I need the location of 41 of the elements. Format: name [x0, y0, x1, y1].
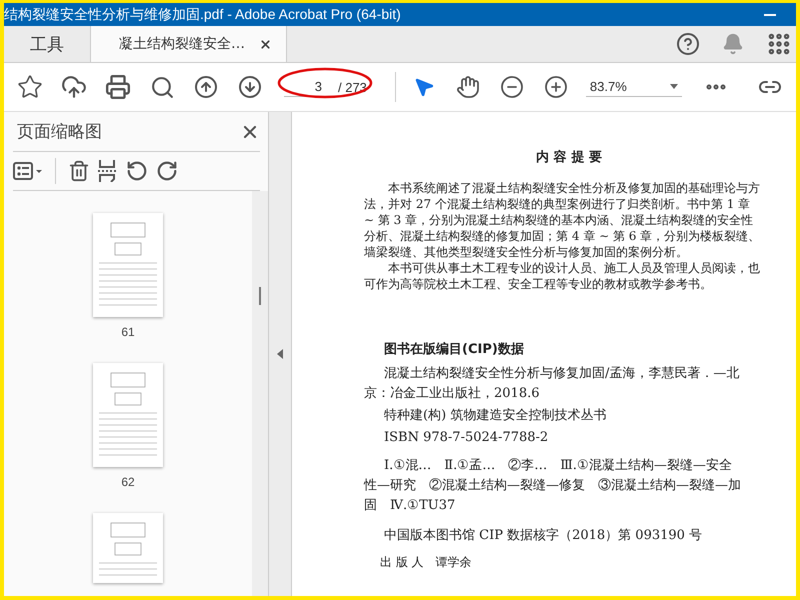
- search-icon[interactable]: [150, 74, 174, 100]
- panel-title: 页面缩略图: [17, 121, 102, 143]
- minus-icon[interactable]: [500, 75, 524, 99]
- publisher-line: 出 版 人 谭学余: [380, 554, 473, 571]
- window-title: 结构裂缝安全性分析与维修加固.pdf - Adobe Acrobat Pro (64-bit): [4, 6, 401, 24]
- page-number-field[interactable]: 3: [284, 77, 326, 97]
- zoom-dropdown[interactable]: 83.7%: [586, 77, 682, 97]
- cip-entry: ISBN 978-7-5024-7788-2: [383, 429, 550, 447]
- options-dropdown[interactable]: [13, 162, 43, 180]
- arrow-up-icon[interactable]: [194, 75, 218, 99]
- rotate-right-button[interactable]: [156, 160, 178, 182]
- cip-entry: 混凝土结构裂缝安全性分析与修复加固/孟海，李慧民著．—北京：冶金工业出版社，2018.6: [364, 365, 740, 403]
- page-number-label: 62: [121, 475, 135, 489]
- cip-entry: 特种建(构) 筑物建造安全控制技术丛书: [383, 407, 608, 425]
- close-icon[interactable]: [259, 38, 272, 50]
- split-page-button[interactable]: [98, 160, 118, 182]
- page-thumbnail[interactable]: [93, 513, 163, 583]
- plus-icon[interactable]: [544, 75, 568, 99]
- scrollbar[interactable]: [252, 191, 268, 596]
- printer-icon[interactable]: [105, 74, 131, 100]
- page-number-label: 61: [121, 325, 135, 339]
- page-thumbnail[interactable]: [93, 213, 163, 317]
- document-paragraph: 本书可供从事土木工程专业的设计人员、施工人员及管理人员阅读，也可作为高等院校土木工程、安全工程等专业的教材或教学参考书。: [364, 260, 761, 292]
- rotate-left-button[interactable]: [126, 160, 148, 182]
- star-icon[interactable]: [17, 74, 43, 100]
- cip-heading: 图书在版编目(CIP)数据: [384, 340, 525, 358]
- cip-number: 中国版本图书馆 CIP 数据核字（2018）第 093190 号: [384, 527, 704, 545]
- document-heading: 内 容 提 要: [535, 148, 603, 166]
- tab[interactable]: 凝土结构裂缝安全…: [91, 26, 287, 62]
- document-paragraph: 本书系统阐述了混凝土结构裂缝安全性分析及修复加固的基础理论与方法，并对 27 个混凝土结构裂缝的典型案例进行了归类剖析。书中第 1 章 ~ 第 3 章，分别为混凝土结构裂缝的基本内涵、混凝土结构裂缝的安全性分析、混凝土结构裂缝的修复加固；第 4 章 ~ 第 6 章，分别为楼板裂缝、墙梁裂缝、其他类型裂缝安全性分析与修复加固的案例分析。: [364, 180, 762, 260]
- cloud-upload-icon[interactable]: [61, 74, 87, 100]
- page-thumbnail[interactable]: [93, 363, 163, 467]
- hand-icon[interactable]: [456, 75, 480, 99]
- minimize-icon[interactable]: [764, 14, 776, 16]
- collapse-arrow-icon: [277, 349, 283, 359]
- grid-icon[interactable]: [766, 31, 792, 57]
- arrow-down-icon[interactable]: [238, 75, 262, 99]
- help-icon[interactable]: [676, 32, 700, 56]
- delete-button[interactable]: [68, 160, 90, 182]
- cip-classification: Ⅰ.①混… Ⅱ.①孟… ②李… Ⅲ.①混凝土结构—裂缝—安全性—研究 ②混凝土结构—裂缝—修复 ③混凝土结构—裂缝—加固 Ⅳ.①TU37: [364, 457, 742, 515]
- caret-icon: [670, 84, 678, 89]
